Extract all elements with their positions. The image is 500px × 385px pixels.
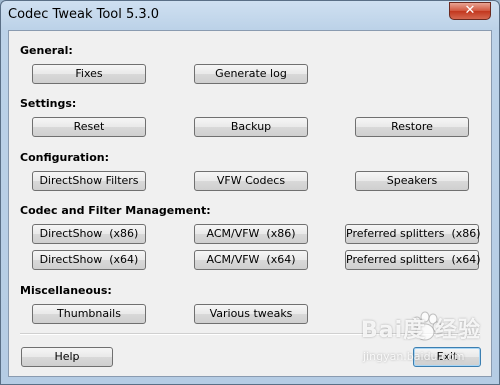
generate-log-button[interactable]: Generate log xyxy=(194,64,308,84)
reset-button[interactable]: Reset xyxy=(32,117,146,137)
fixes-button[interactable]: Fixes xyxy=(32,64,146,84)
directshow-x86-button[interactable]: DirectShow (x86) xyxy=(32,224,146,244)
section-label-general: General: xyxy=(20,44,73,57)
acm-vfw-x86-button[interactable]: ACM/VFW (x86) xyxy=(194,224,308,244)
speakers-button[interactable]: Speakers xyxy=(355,171,469,191)
watermark-brand: Bai度 经验 xyxy=(361,318,481,343)
section-label-codec-management: Codec and Filter Management: xyxy=(20,204,211,217)
thumbnails-button[interactable]: Thumbnails xyxy=(32,304,146,324)
title-bar[interactable]: Codec Tweak Tool 5.3.0 ✕ xyxy=(1,1,499,31)
directshow-x64-button[interactable]: DirectShow (x64) xyxy=(32,250,146,270)
directshow-filters-button[interactable]: DirectShow Filters xyxy=(32,171,146,191)
close-button[interactable]: ✕ xyxy=(449,2,491,20)
backup-button[interactable]: Backup xyxy=(194,117,308,137)
various-tweaks-button[interactable]: Various tweaks xyxy=(194,304,308,324)
section-label-miscellaneous: Miscellaneous: xyxy=(20,284,112,297)
app-window: Codec Tweak Tool 5.3.0 ✕ General: Fixes … xyxy=(0,0,500,385)
section-label-settings: Settings: xyxy=(20,97,77,110)
window-title: Codec Tweak Tool 5.3.0 xyxy=(8,7,160,22)
preferred-splitters-x86-button[interactable]: Preferred splitters (x86) xyxy=(345,224,481,244)
watermark-url: jingyan.baidu.com xyxy=(363,350,465,363)
section-label-configuration: Configuration: xyxy=(20,151,109,164)
vfw-codecs-button[interactable]: VFW Codecs xyxy=(194,171,308,191)
baidu-watermark: Bai度 经验 jingyan.baidu.com xyxy=(353,306,493,382)
restore-button[interactable]: Restore xyxy=(355,117,469,137)
help-button[interactable]: Help xyxy=(21,347,113,367)
acm-vfw-x64-button[interactable]: ACM/VFW (x64) xyxy=(194,250,308,270)
preferred-splitters-x64-button[interactable]: Preferred splitters (x64) xyxy=(345,250,481,270)
close-icon: ✕ xyxy=(464,3,476,18)
